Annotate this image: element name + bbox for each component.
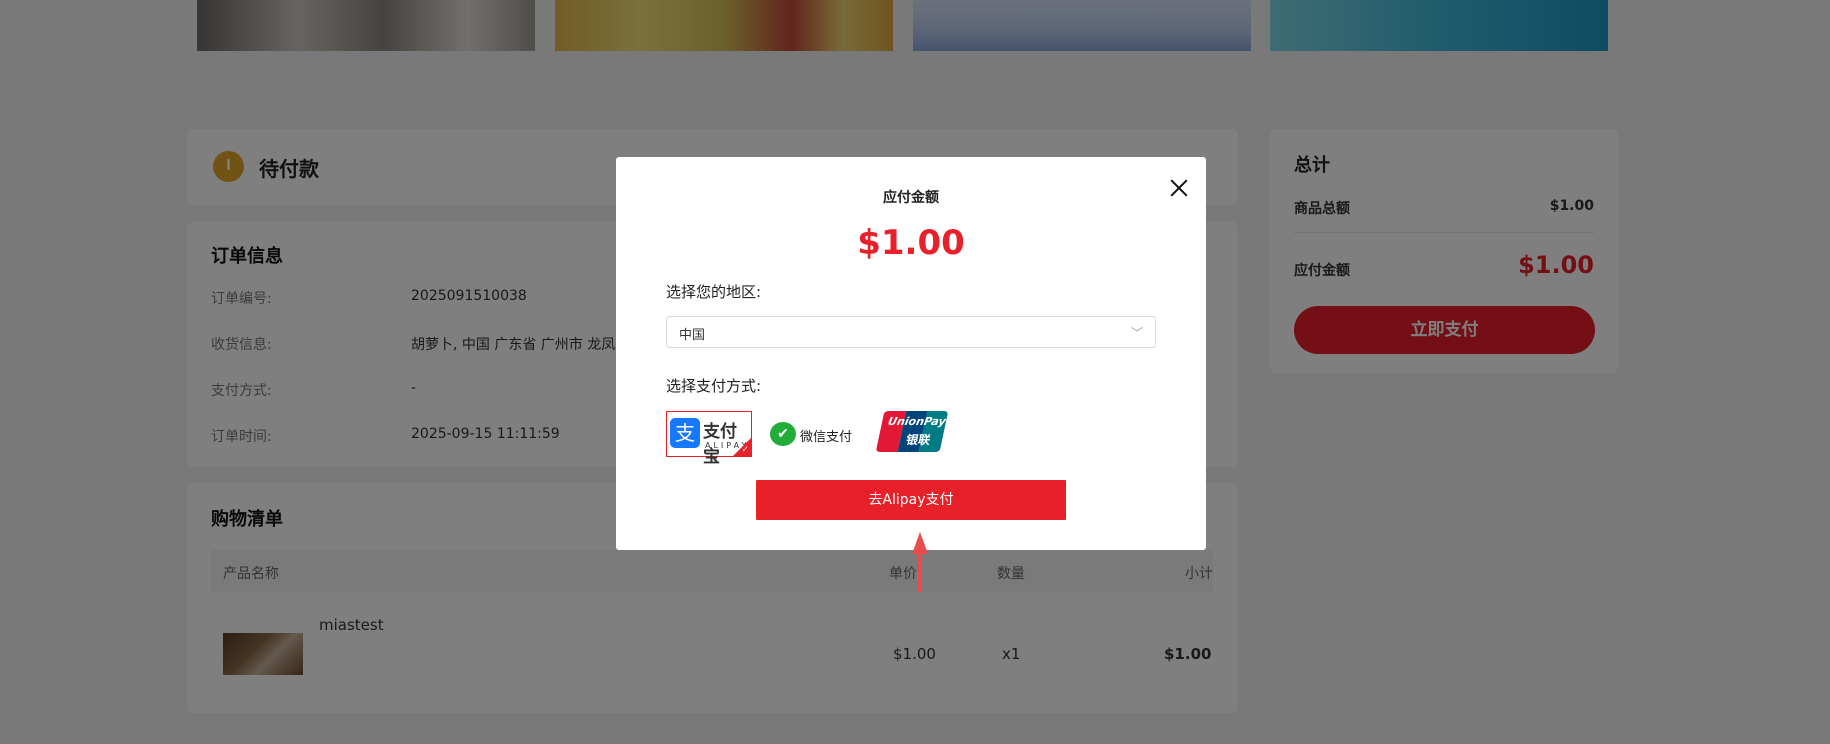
wechat-pay-label: 微信支付 <box>800 430 853 445</box>
alipay-option[interactable]: 支 支付宝 ALIPAY ✓ <box>666 411 752 467</box>
unionpay-option[interactable]: UnionPay 银联 <box>875 411 949 457</box>
alipay-icon: 支 <box>670 418 700 448</box>
chevron-down-icon: ﹀ <box>1130 326 1143 340</box>
check-icon: ✓ <box>741 445 749 455</box>
region-select-value: 中国 <box>679 328 706 343</box>
region-select[interactable]: 中国 ﹀ <box>666 316 1156 348</box>
arrow-shaft <box>918 552 922 592</box>
region-label: 选择您的地区: <box>666 283 762 301</box>
go-alipay-button[interactable]: 去Alipay支付 <box>756 480 1066 520</box>
unionpay-logo-text: UnionPay <box>886 415 948 428</box>
wechat-pay-option[interactable]: ✔ 微信支付 <box>770 411 856 457</box>
modal-amount-value: $1.00 <box>857 223 965 263</box>
modal-amount-label: 应付金额 <box>883 190 939 206</box>
payment-modal: 应付金额 $1.00 选择您的地区: 中国 ﹀ 选择支付方式: 支 支付宝 AL… <box>616 157 1206 550</box>
payment-method-label: 选择支付方式: <box>666 377 762 395</box>
unionpay-icon: UnionPay 银联 <box>875 411 949 452</box>
wechat-icon: ✔ <box>770 422 796 446</box>
unionpay-logo-sub: 银联 <box>904 433 932 447</box>
arrow-up-icon <box>912 532 928 554</box>
